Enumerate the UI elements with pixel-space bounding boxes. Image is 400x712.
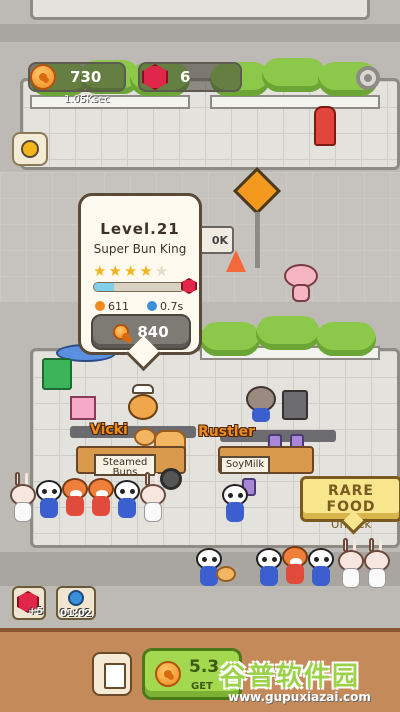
gem-icon <box>142 64 168 90</box>
star-filled-icon: ★ <box>93 262 109 280</box>
bunny-customer[interactable] <box>338 538 364 590</box>
body <box>312 566 330 586</box>
coin-icon <box>30 64 56 90</box>
panda-customer[interactable] <box>222 484 248 524</box>
worker-name-left: Vicki <box>90 422 128 438</box>
stopwatch-icon <box>68 590 84 606</box>
coin-rate-unit: sec <box>92 94 110 105</box>
bunny-customer[interactable] <box>10 472 36 524</box>
sign-pole <box>255 212 260 268</box>
body <box>368 568 386 588</box>
body <box>14 502 32 522</box>
pig-customer[interactable] <box>284 264 318 304</box>
popup-level: Level.21 <box>100 220 180 238</box>
body <box>40 498 58 518</box>
upgrade-button[interactable]: 840 <box>91 314 191 350</box>
rare-food-action: Unlock <box>330 517 372 531</box>
bunny-customer[interactable] <box>140 472 166 524</box>
level-progress-fill <box>94 283 114 291</box>
rare-food-title: RARE FOOD <box>326 483 376 515</box>
star-empty-icon: ★ <box>154 262 171 280</box>
gem-amount: 6 <box>180 68 191 86</box>
chef-bear[interactable] <box>128 384 158 424</box>
timer-boost-time: 01:02 <box>60 608 92 619</box>
watermark-url: www.gupuxiazai.com <box>228 690 371 704</box>
chef-hat <box>132 384 154 394</box>
worker-name-right: Rustler <box>198 424 255 440</box>
panda-customer[interactable] <box>36 480 62 520</box>
popup-stall-name: Super Bun King <box>93 242 187 256</box>
body <box>342 568 360 588</box>
pig-body <box>292 284 310 302</box>
fire-hydrant <box>314 106 336 146</box>
stat-time-value: 0.7s <box>160 300 184 313</box>
recycle-bin <box>42 358 72 390</box>
stopwatch-icon <box>21 140 39 158</box>
bush <box>262 58 326 92</box>
planter <box>210 95 380 109</box>
stat-income: 611 <box>95 300 129 313</box>
settings-gear-icon[interactable] <box>356 66 380 90</box>
star-filled-icon: ★ <box>139 262 155 280</box>
panda-customer[interactable] <box>308 548 334 588</box>
fox-customer[interactable] <box>282 546 308 586</box>
side-button-boost[interactable] <box>12 132 48 166</box>
upgrade-cost: 840 <box>137 323 169 341</box>
stall-sign-right: SoyMilk <box>220 456 270 474</box>
body <box>118 498 136 518</box>
bun <box>216 566 236 582</box>
clock-icon <box>147 301 157 311</box>
stall-upgrade-popup: Level.21 Super Bun King ★★★★★ 611 0.7s 8… <box>78 193 202 355</box>
panda-customer[interactable] <box>256 548 282 588</box>
bun <box>134 428 156 446</box>
star-filled-icon: ★ <box>108 262 124 280</box>
body <box>286 564 304 584</box>
coin-rate-value: 1.05K <box>64 94 93 105</box>
body <box>66 496 84 516</box>
partial-sign-text: 0K <box>211 234 228 247</box>
stall-sign-left-text: Steamed Buns <box>102 457 148 478</box>
bush <box>256 316 320 350</box>
star-filled-icon: ★ <box>123 262 140 280</box>
bush <box>200 322 260 356</box>
body <box>200 566 218 586</box>
top-block <box>30 0 370 20</box>
gem-boost-count: +5 <box>28 606 44 617</box>
body <box>144 502 162 522</box>
coin-amount: 730 <box>70 68 102 86</box>
coin-icon <box>95 301 105 311</box>
road-top <box>0 24 400 42</box>
coin-icon <box>113 324 131 341</box>
body <box>260 566 278 586</box>
coin-counter: 730 <box>28 62 126 92</box>
gem-counter: 6 <box>138 62 242 92</box>
watermark: 谷普软件园 <box>220 662 361 692</box>
milk-machine <box>282 390 308 420</box>
body <box>92 496 110 516</box>
coin-rate: 1.05Ksec <box>64 94 110 105</box>
star-rating: ★★★★★ <box>93 262 170 280</box>
earnings-value: 5.3 <box>189 657 220 677</box>
stall-sign-right-text: SoyMilk <box>225 459 265 470</box>
fox-customer[interactable] <box>88 478 114 518</box>
gift-box[interactable] <box>70 396 96 420</box>
bush <box>316 322 376 356</box>
bunny-customer[interactable] <box>364 538 390 590</box>
panda-customer[interactable] <box>114 480 140 520</box>
rare-food-unlock-button[interactable]: RARE FOOD Unlock <box>300 476 400 531</box>
stat-income-value: 611 <box>108 300 129 313</box>
menu-button[interactable] <box>92 652 132 696</box>
level-progress-bar <box>93 282 185 292</box>
planter <box>30 95 190 109</box>
cat-worker[interactable] <box>246 386 276 422</box>
cat-body <box>252 408 270 422</box>
coin-icon <box>155 661 181 687</box>
chef-face <box>128 394 158 420</box>
earnings-label: GET <box>191 681 213 692</box>
gem-icon <box>181 278 197 294</box>
body <box>226 502 244 522</box>
fox-customer[interactable] <box>62 478 88 518</box>
stat-time: 0.7s <box>147 300 183 313</box>
game-stage[interactable]: 730 1.05Ksec 6 0K Steamed Buns Vicki Soy… <box>0 0 400 712</box>
